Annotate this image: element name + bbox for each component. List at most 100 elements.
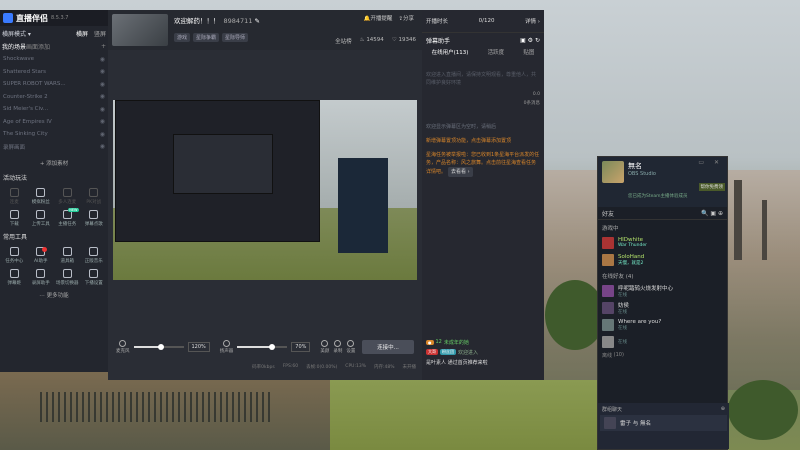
chat-window-icons[interactable]: ▣ ⚙ ↻: [520, 37, 540, 44]
scene-item[interactable]: SUPER ROBOT WARS... ◉: [3, 78, 105, 91]
tab-my-scenes[interactable]: 我的场景: [2, 42, 26, 51]
tool-item[interactable]: AI助手: [28, 244, 55, 266]
more-functions-label: 更多功能: [46, 293, 69, 299]
mic-slider-knob[interactable]: [158, 344, 164, 350]
eye-icon[interactable]: ◉: [100, 81, 105, 88]
eye-icon[interactable]: ◉: [100, 93, 105, 100]
settings-button[interactable]: 设置: [346, 340, 355, 354]
speaker-button[interactable]: 扬声器: [220, 340, 233, 354]
tag[interactable]: 游戏: [174, 33, 191, 42]
group-chat-item[interactable]: 雷子 与 無名: [600, 415, 727, 431]
group-chat-label: 群组聊天: [602, 406, 623, 413]
connect-button[interactable]: 连接中...: [362, 340, 414, 354]
speaker-slider-knob[interactable]: [269, 344, 276, 350]
join-text: 是叶素人 通过首页推荐来啦: [426, 359, 488, 366]
beauty-button[interactable]: 美颜: [320, 340, 329, 354]
tab-activity[interactable]: 活跃度: [488, 48, 505, 62]
activity-item[interactable]: 上传工具: [28, 207, 55, 229]
share-button[interactable]: ⇪分享: [398, 14, 414, 22]
tag[interactable]: 星际争霸: [193, 33, 220, 42]
tab-stickers[interactable]: 贴图: [523, 48, 534, 62]
add-material-button[interactable]: + 添加素材: [0, 156, 108, 170]
activity-label: 连麦: [9, 199, 19, 205]
edit-icon[interactable]: ✎: [255, 17, 260, 25]
tool-item[interactable]: 正版音乐: [81, 244, 108, 266]
activity-item[interactable]: 下载: [1, 207, 28, 229]
tool-label: 任务中心: [5, 258, 24, 264]
tool-item[interactable]: 任务中心: [1, 244, 28, 266]
stream-title[interactable]: 欢迎解药！！！: [174, 17, 220, 25]
tool-item[interactable]: 弹幕姬: [1, 266, 28, 288]
chat-username[interactable]: 未成年的她: [444, 339, 469, 346]
activity-item[interactable]: 多人连麦: [54, 185, 81, 207]
eye-icon[interactable]: ◉: [100, 131, 105, 138]
offline-section[interactable]: 离线 (10): [598, 350, 727, 360]
friend-item[interactable]: HIDwhite War Thunder: [598, 234, 727, 251]
eye-icon[interactable]: ◉: [100, 106, 105, 113]
activity-item[interactable]: PK对战: [81, 185, 108, 207]
friend-item[interactable]: SoloHand 天慢，就是2: [598, 251, 727, 268]
mode-dropdown[interactable]: 横屏模式 ▾: [2, 29, 31, 38]
activity-item[interactable]: 连麦: [1, 185, 28, 207]
mic-percent[interactable]: 120%: [187, 342, 210, 352]
eye-icon[interactable]: ◉: [100, 118, 105, 125]
mode-landscape[interactable]: 横屏: [76, 31, 88, 38]
scene-name: SUPER ROBOT WARS...: [3, 81, 66, 88]
go-look-button[interactable]: 去看看 ›: [448, 167, 473, 177]
more-functions-button[interactable]: ⋯ 更多功能: [0, 291, 108, 299]
friends-tools[interactable]: 🔍 ▣ ⊕: [701, 210, 723, 217]
scene-item[interactable]: 录屏画面 ◉: [3, 141, 105, 154]
detail-link[interactable]: 详情 ›: [525, 17, 540, 25]
tool-item[interactable]: 下播设置: [81, 266, 108, 288]
online-section[interactable]: 在线好友 (4): [598, 268, 727, 282]
activity-item[interactable]: 主播任务 NEW: [54, 207, 81, 229]
tool-item[interactable]: 道具箱: [54, 244, 81, 266]
stream-preview[interactable]: [113, 100, 417, 280]
friend-item[interactable]: Where are you? 在线: [598, 316, 727, 333]
rank-badge[interactable]: 全站榜: [335, 37, 352, 45]
fire-icon: ♨: [359, 37, 365, 43]
eye-icon[interactable]: ◉: [100, 143, 105, 150]
online-label: 在线好友: [602, 274, 625, 280]
tool-label: AI助手: [34, 258, 48, 264]
activity-item[interactable]: 弹幕点歌: [81, 207, 108, 229]
tool-item[interactable]: 录屏助手: [28, 266, 55, 288]
scene-item[interactable]: Age of Empires IV ◉: [3, 116, 105, 129]
speaker-volume-slider[interactable]: [237, 344, 288, 350]
avatar[interactable]: [602, 161, 624, 183]
window-controls[interactable]: ▭ ✕: [698, 159, 723, 166]
level-badge: ●: [426, 339, 434, 345]
tool-item[interactable]: 场景切换器: [54, 266, 81, 288]
scene-item[interactable]: Shattered Stars ◉: [3, 66, 105, 79]
friend-item[interactable]: 呼呢踏鸫火烧发射中心 在线: [598, 282, 727, 299]
tool-label: 下播设置: [84, 280, 103, 286]
add-scene-icon[interactable]: +: [101, 43, 106, 50]
scene-item[interactable]: The Sinking City ◉: [3, 128, 105, 141]
tab-add[interactable]: 添加: [38, 42, 50, 51]
mode-portrait[interactable]: 竖屏: [94, 31, 106, 38]
profile-name[interactable]: 無名: [628, 161, 656, 171]
mic-volume-slider[interactable]: [133, 344, 184, 350]
tag[interactable]: 星际导师: [222, 33, 249, 42]
stream-thumbnail[interactable]: [112, 14, 168, 46]
remind-button[interactable]: 🔔开播提醒: [364, 14, 393, 22]
activity-item[interactable]: 模拟粉丝: [28, 185, 55, 207]
shield-icon: [36, 187, 46, 197]
eye-icon[interactable]: ◉: [100, 56, 105, 63]
speaker-percent[interactable]: 70%: [291, 342, 311, 352]
ingame-section[interactable]: 游戏中: [598, 220, 727, 234]
scene-item[interactable]: Sid Meier's Civ... ◉: [3, 103, 105, 116]
record-button[interactable]: 录制: [333, 340, 342, 354]
scene-item[interactable]: Counter-Strike 2 ◉: [3, 91, 105, 104]
scene-item[interactable]: Shockwave ◉: [3, 53, 105, 66]
eye-icon[interactable]: ◉: [100, 68, 105, 75]
add-group-icon[interactable]: ⊕: [721, 406, 725, 412]
tab-screen[interactable]: 画面: [26, 42, 38, 51]
steam-banner[interactable]: 帮你免费领: [698, 183, 725, 191]
tab-online-users[interactable]: 在线用户(113): [432, 48, 469, 62]
friend-item[interactable]: 在线: [598, 333, 727, 350]
friend-item[interactable]: 妨侯 在线: [598, 299, 727, 316]
friend-name: 妨侯: [618, 302, 630, 309]
group-chat-header[interactable]: 群组聊天 ⊕: [598, 403, 729, 415]
mic-button[interactable]: 麦克风: [116, 340, 130, 354]
